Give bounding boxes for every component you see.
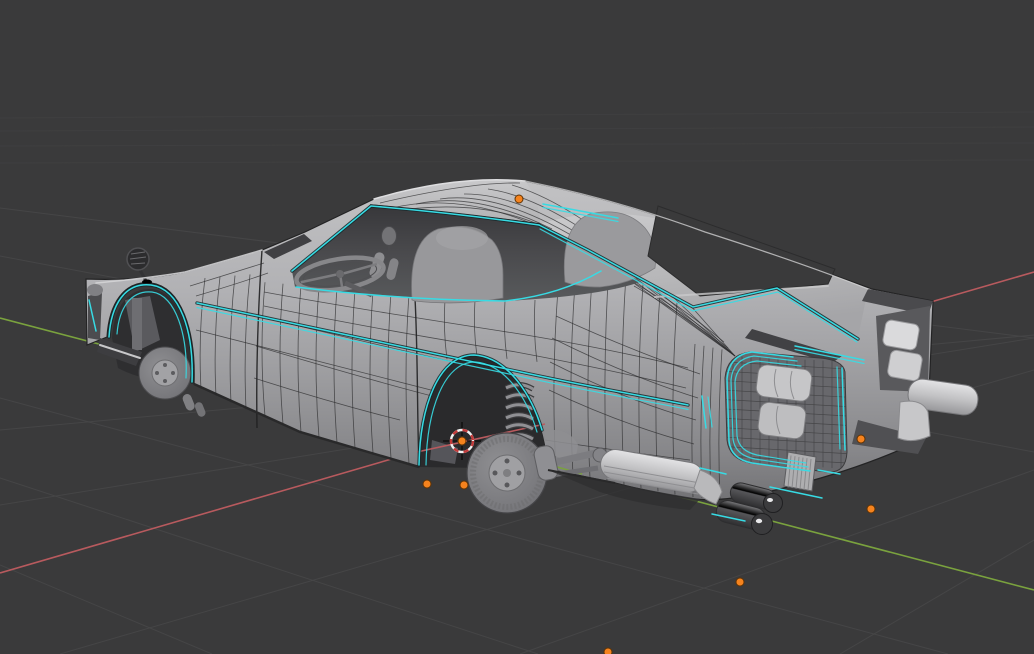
bumper-guard [897,400,931,442]
origin-dot[interactable] [514,194,524,204]
origin-dot[interactable] [866,504,876,514]
tail-light-lens-upper [755,364,813,402]
tail-light-lens-lower [757,401,807,440]
origin-dot[interactable] [459,480,469,490]
origin-dot[interactable] [735,577,745,587]
viewport-canvas[interactable] [0,0,1034,654]
origin-dot[interactable] [457,436,467,446]
origin-dot[interactable] [856,434,866,444]
rearview-mirror [381,226,397,246]
origin-dot[interactable] [422,479,432,489]
license-plate [783,451,817,492]
origin-dot[interactable] [603,647,613,654]
3d-viewport[interactable] [0,0,1034,654]
